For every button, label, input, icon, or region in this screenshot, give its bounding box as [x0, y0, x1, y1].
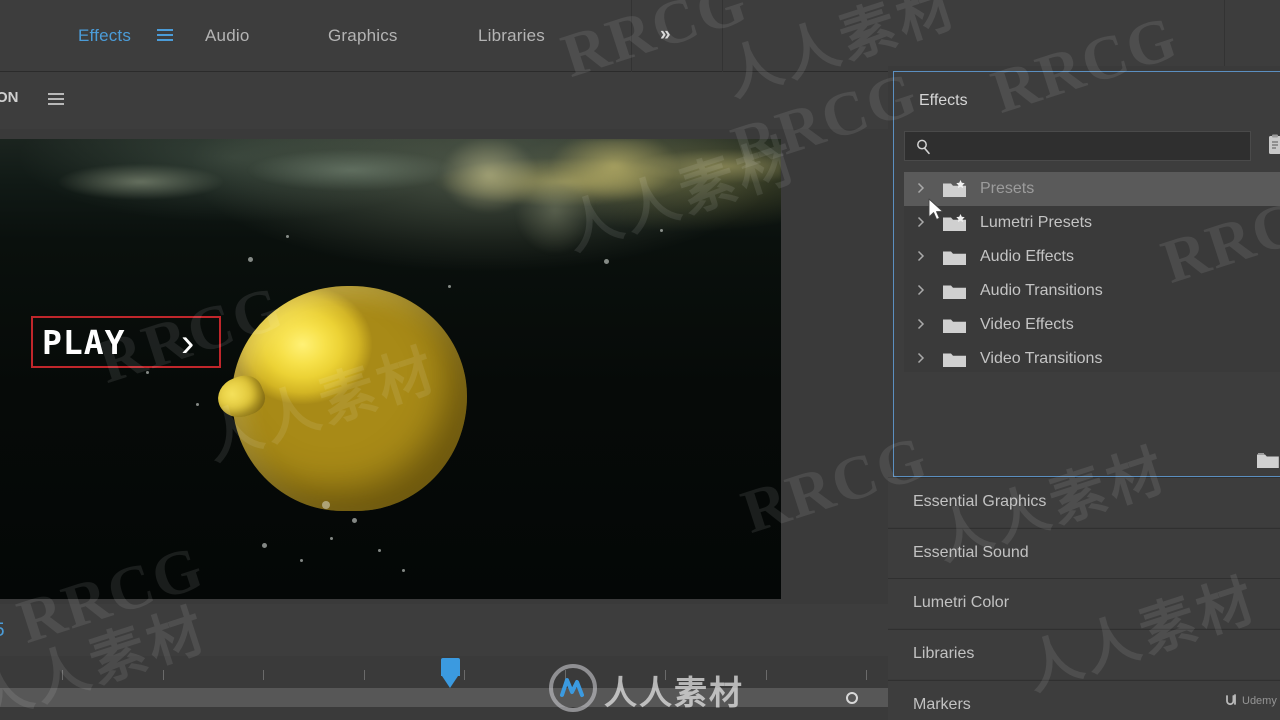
chevron-right-icon[interactable]	[916, 350, 926, 366]
tree-item-presets[interactable]: Presets	[904, 172, 1280, 206]
left-panel-tab-strip: ON	[0, 72, 888, 129]
tree-item-label: Audio Transitions	[980, 282, 1103, 299]
playhead-timecode[interactable]: 5	[0, 620, 5, 642]
clipboard-icon[interactable]	[1266, 134, 1280, 156]
folder-star-icon	[942, 214, 968, 233]
monitor-timeline-ruler[interactable]	[0, 656, 888, 720]
chevron-double-right-icon[interactable]: »	[660, 24, 671, 46]
tab-audio[interactable]: Audio	[205, 26, 249, 46]
search-input[interactable]	[941, 132, 1241, 160]
tree-item-lumetri-presets[interactable]: Lumetri Presets	[904, 206, 1280, 240]
effects-panel-menu-icon[interactable]	[157, 28, 173, 46]
bubble	[300, 559, 303, 562]
tab-divider	[631, 0, 632, 72]
effects-tree-list[interactable]: Presets Lumetri Presets Audio Effects Au…	[904, 172, 1280, 372]
tab-effects[interactable]: Effects	[78, 26, 131, 46]
tree-item-label: Video Effects	[980, 316, 1074, 333]
panel-lumetri-color[interactable]: Lumetri Color	[888, 578, 1280, 628]
tree-item-audio-effects[interactable]: Audio Effects	[904, 240, 1280, 274]
chevron-right-icon[interactable]	[916, 282, 926, 298]
folder-icon	[942, 282, 968, 301]
bubble	[262, 543, 267, 548]
search-icon	[915, 138, 933, 156]
bubble	[378, 549, 381, 552]
udemy-badge: Udemy	[1225, 694, 1277, 707]
panel-label: Libraries	[913, 645, 975, 662]
tree-item-video-transitions[interactable]: Video Transitions	[904, 342, 1280, 376]
bubble	[448, 285, 451, 288]
tree-item-audio-transitions[interactable]: Audio Transitions	[904, 274, 1280, 308]
scrub-bar-track[interactable]	[0, 688, 888, 707]
bubble	[286, 235, 289, 238]
panel-libraries[interactable]: Libraries	[888, 629, 1280, 679]
panel-label: Lumetri Color	[913, 594, 1010, 611]
bubble	[322, 501, 330, 509]
bubble	[660, 229, 663, 232]
udemy-label: Udemy	[1242, 695, 1277, 707]
tree-item-label: Audio Effects	[980, 248, 1074, 265]
left-panel-tab-label[interactable]: ON	[0, 89, 19, 106]
effects-panel: Effects Presets Lumetri Presets Audio Ef…	[893, 71, 1280, 477]
tree-item-video-effects[interactable]: Video Effects	[904, 308, 1280, 342]
right-dock: Effects Presets Lumetri Presets Audio Ef…	[888, 66, 1280, 720]
tree-item-label: Presets	[980, 180, 1035, 197]
panel-essential-graphics[interactable]: Essential Graphics	[888, 477, 1280, 527]
effects-search-box[interactable]	[904, 131, 1251, 161]
bubble	[248, 257, 253, 262]
folder-icon	[942, 316, 968, 335]
left-panel-menu-icon[interactable]	[48, 92, 64, 110]
tree-item-label: Video Transitions	[980, 350, 1103, 367]
effects-panel-footer	[904, 372, 1280, 472]
folder-icon	[942, 248, 968, 267]
play-text: PLAY	[42, 323, 126, 362]
chevron-right-icon[interactable]	[916, 180, 926, 196]
panel-label: Essential Graphics	[913, 493, 1047, 510]
bubble	[196, 403, 199, 406]
video-preview[interactable]: PLAY ›	[0, 139, 781, 599]
folder-star-icon	[942, 180, 968, 199]
bubble	[402, 569, 405, 572]
panel-label: Essential Sound	[913, 544, 1029, 561]
panel-markers[interactable]: Markers	[888, 680, 1280, 720]
play-title-graphic[interactable]: PLAY ›	[31, 316, 221, 368]
new-folder-icon[interactable]	[1256, 452, 1280, 470]
tree-item-label: Lumetri Presets	[980, 214, 1093, 231]
bubble	[352, 518, 357, 523]
bubble	[146, 371, 149, 374]
top-tab-bar: Effects Audio Graphics Libraries »	[0, 0, 1280, 72]
bubble	[604, 259, 609, 264]
tab-divider	[722, 0, 723, 72]
monitor-toolbar: 5 Fit 1/4 00:00:08:20	[0, 604, 888, 656]
tab-libraries[interactable]: Libraries	[478, 26, 545, 46]
tab-graphics[interactable]: Graphics	[328, 26, 398, 46]
water-splash	[390, 139, 720, 259]
chevron-right-icon[interactable]	[916, 316, 926, 332]
chevron-right-icon[interactable]	[916, 248, 926, 264]
panel-label: Markers	[913, 696, 971, 713]
play-chevron-icon: ›	[181, 321, 195, 365]
chevron-right-icon[interactable]	[916, 214, 926, 230]
tab-divider	[1224, 0, 1225, 72]
panel-essential-sound[interactable]: Essential Sound	[888, 528, 1280, 578]
lemon-object	[232, 286, 467, 511]
bubble	[330, 537, 333, 540]
program-monitor: PLAY ›	[0, 129, 888, 604]
circle-handle-icon[interactable]	[846, 692, 858, 704]
folder-icon	[942, 350, 968, 369]
playhead-marker[interactable]	[441, 658, 460, 688]
effects-panel-title: Effects	[919, 92, 968, 109]
